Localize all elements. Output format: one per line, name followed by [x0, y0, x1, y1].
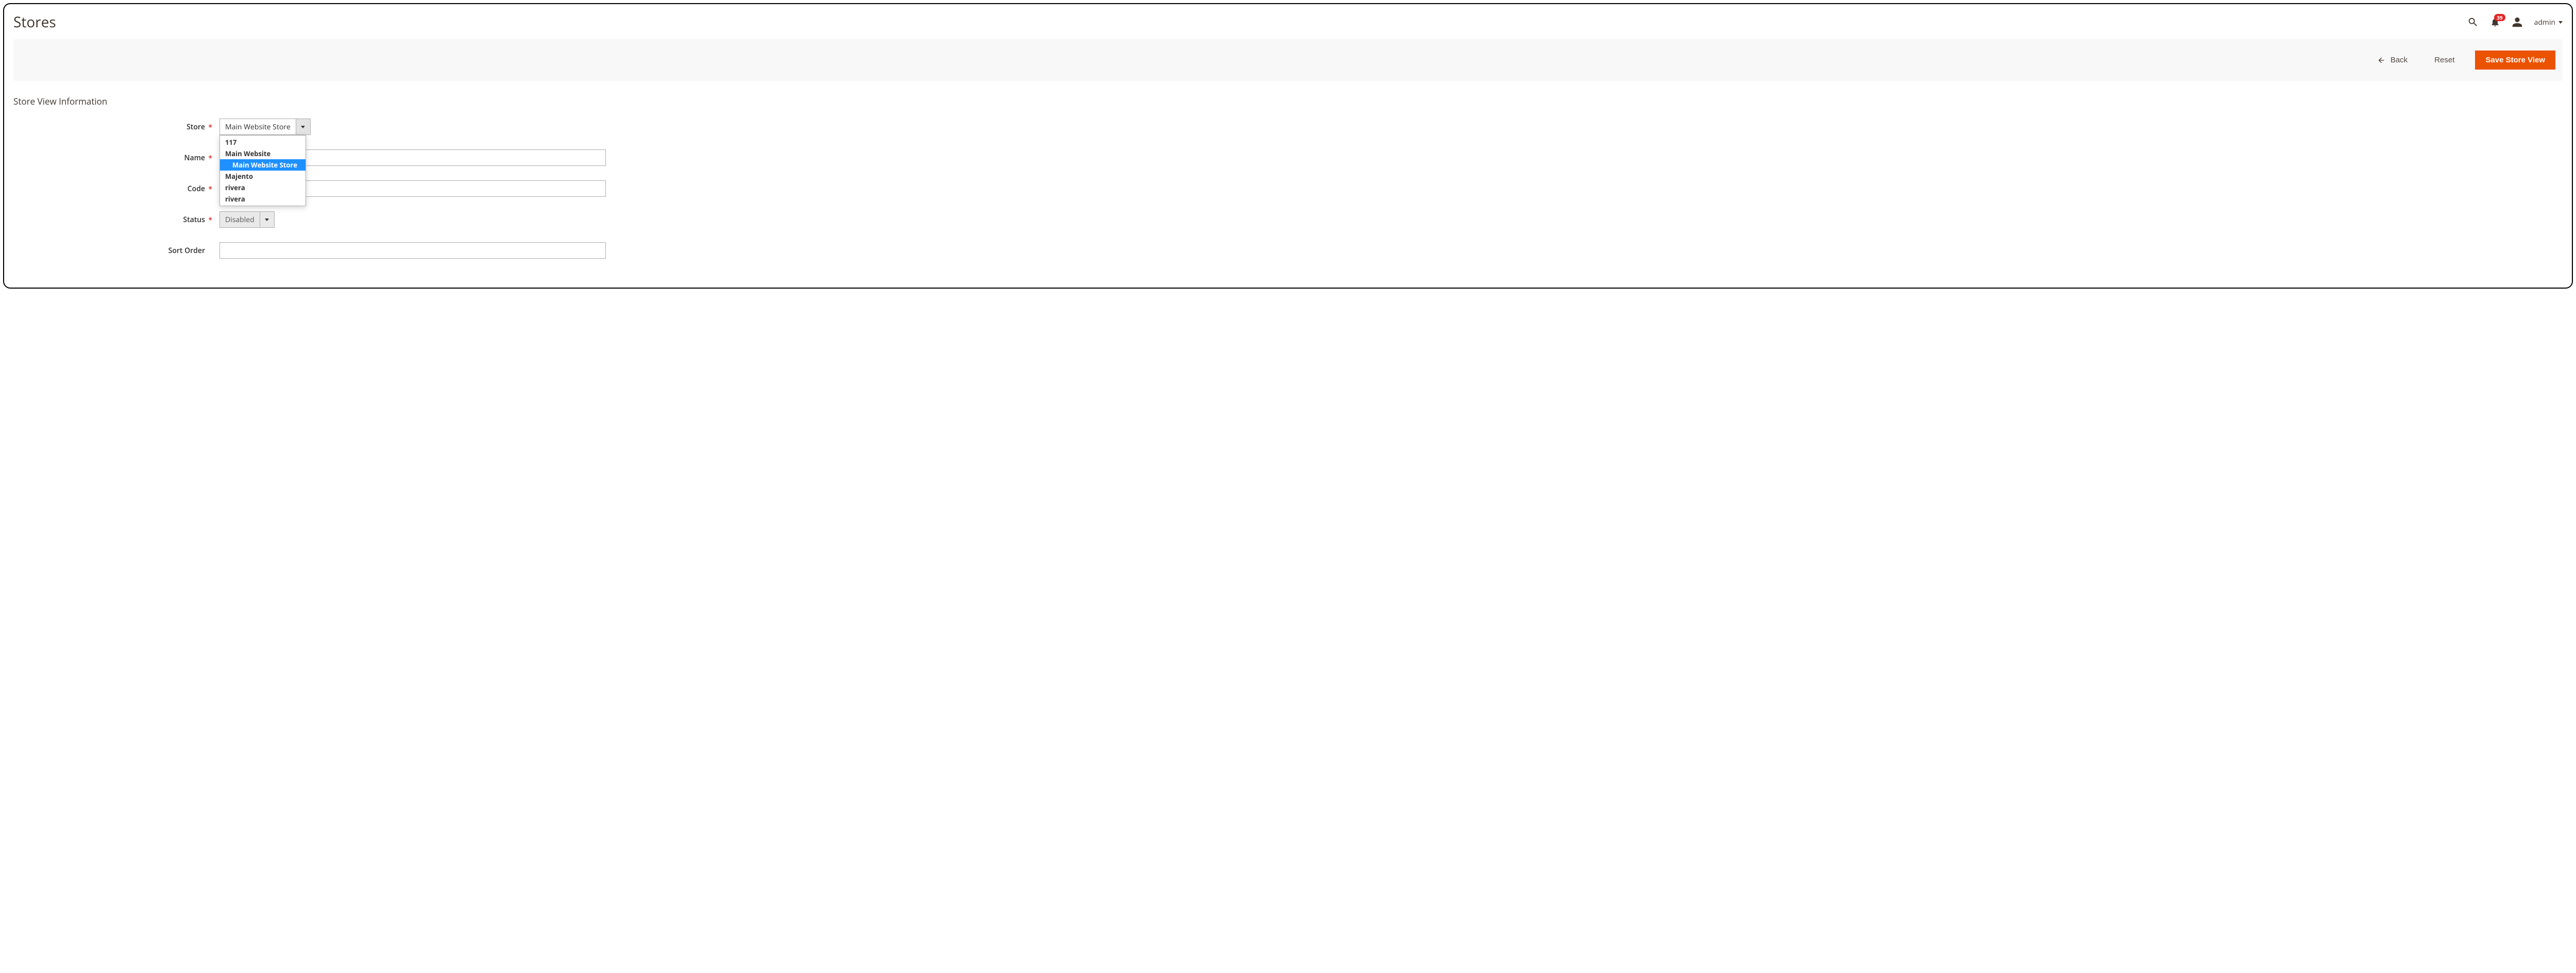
code-label: Code: [13, 184, 219, 194]
store-label: Store: [13, 122, 219, 132]
account-icon[interactable]: [2512, 16, 2523, 28]
store-select[interactable]: Main Website Store 117Main WebsiteMain W…: [219, 119, 311, 135]
arrow-left-icon: [2377, 56, 2385, 64]
page-header: Stores 39 admin: [13, 10, 2563, 39]
field-status: Status Disabled: [13, 211, 2563, 228]
chevron-down-icon: [2558, 21, 2563, 24]
store-select-menu: 117Main WebsiteMain Website StoreMajento…: [219, 135, 306, 206]
status-label: Status: [13, 215, 219, 225]
page-title: Stores: [13, 12, 56, 32]
notification-badge: 39: [2494, 14, 2505, 21]
store-option-group: rivera: [220, 193, 306, 205]
chevron-down-icon: [265, 219, 269, 221]
field-store: Store Main Website Store 117Main Website…: [13, 119, 2563, 135]
store-option[interactable]: Main Website Store: [220, 159, 306, 171]
search-icon[interactable]: [2467, 16, 2479, 28]
field-code: Code: [13, 180, 2563, 197]
save-store-view-button[interactable]: Save Store View: [2475, 51, 2555, 70]
header-actions: 39 admin: [2467, 16, 2563, 28]
store-option-group: rivera: [220, 182, 306, 193]
status-select[interactable]: Disabled: [219, 211, 275, 228]
sort-order-label: Sort Order: [13, 246, 219, 256]
field-sort-order: Sort Order: [13, 242, 2563, 259]
store-select-value: Main Website Store: [219, 119, 296, 135]
chevron-down-icon: [301, 126, 305, 128]
status-select-toggle[interactable]: [260, 211, 275, 228]
sort-order-input[interactable]: [219, 242, 606, 259]
page-actions: Back Reset Save Store View: [13, 39, 2563, 81]
back-label: Back: [2391, 56, 2408, 64]
back-button[interactable]: Back: [2371, 52, 2414, 69]
store-option-group: 117: [220, 137, 306, 148]
name-label: Name: [13, 153, 219, 163]
user-name: admin: [2534, 18, 2555, 27]
section-title: Store View Information: [13, 95, 2563, 107]
status-select-value: Disabled: [219, 211, 260, 228]
store-option-group: Main Website: [220, 148, 306, 159]
reset-button[interactable]: Reset: [2428, 52, 2461, 69]
user-menu[interactable]: admin: [2534, 18, 2563, 27]
store-select-toggle[interactable]: [296, 119, 311, 135]
store-view-form: Store Main Website Store 117Main Website…: [13, 119, 2563, 259]
field-name: Name: [13, 149, 2563, 166]
store-option-group: Majento: [220, 171, 306, 182]
notifications-icon[interactable]: 39: [2490, 17, 2500, 27]
